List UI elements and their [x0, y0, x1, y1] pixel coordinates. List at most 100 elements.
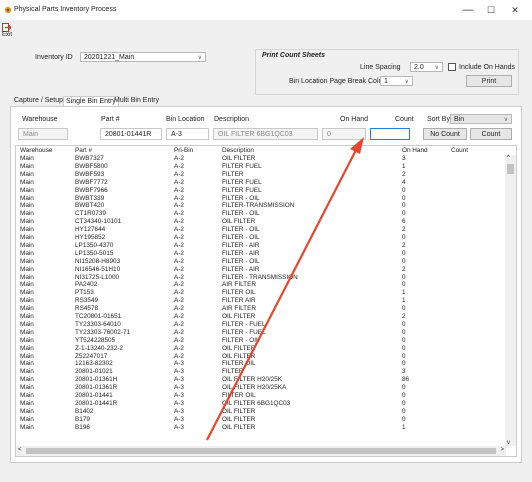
table-row[interactable]: Main RS4578 A-2 AIR FILTER 0 — [16, 305, 506, 312]
cell-description: OIL FILTER 6BG1QC03 — [222, 399, 291, 407]
table-row[interactable]: Main NI31725-L1000 A-2 FILTER - TRANSMISSIO… — [16, 274, 506, 281]
cell-part: 20801-01361R — [75, 384, 118, 392]
cell-part: BWBT420 — [75, 202, 105, 210]
bin-location-field[interactable]: A-3 — [166, 128, 209, 140]
part-number-field[interactable]: 20801-01441R — [100, 128, 162, 140]
cell-pri-bin: A-2 — [174, 241, 184, 249]
cell-on-hand: 3 — [402, 155, 406, 162]
cell-warehouse: Main — [20, 186, 34, 194]
table-row[interactable]: Main NI16546-51H10 A-2 FILTER - AIR 2 — [16, 266, 506, 273]
cell-part: RS4578 — [75, 305, 99, 313]
cell-warehouse: Main — [20, 194, 34, 202]
table-row[interactable]: Main BWBF593 A-2 FILTER 2 — [16, 171, 506, 178]
cell-part: 12163-82302 — [75, 360, 113, 368]
vertical-scrollbar[interactable]: ^ v — [505, 155, 516, 446]
cell-description: FILTER-TRANSMISSION — [222, 202, 295, 210]
cell-on-hand: 2 — [402, 226, 406, 234]
cell-on-hand: 0 — [402, 202, 406, 210]
table-row[interactable]: Main B1402 A-3 OIL FILTER 0 — [16, 408, 506, 415]
tab-capture-setup[interactable]: Capture / Setup — [12, 96, 65, 106]
table-row[interactable]: Main 20801-01441 A-3 FILTER OIL 0 — [16, 392, 506, 399]
inventory-grid[interactable]: Warehouse Part # Pri-Bin Description On … — [15, 145, 517, 457]
table-row[interactable]: Main B179 A-3 OIL FILTER 0 — [16, 416, 506, 423]
cell-part: 20801-01361H — [75, 376, 118, 384]
table-row[interactable]: Main Z52247017 A-2 OIL FILTER 0 — [16, 353, 506, 360]
table-row[interactable]: Main LP1350-4370 A-2 FILTER - AIR 2 — [16, 242, 506, 249]
scroll-up-icon[interactable]: ^ — [507, 155, 510, 161]
table-row[interactable]: Main PT153 A-2 FILTER OIL 1 — [16, 289, 506, 296]
table-row[interactable]: Main NI15208-H8903 A-2 FILTER - OIL 0 — [16, 258, 506, 265]
table-row[interactable]: Main 20801-01021 A-3 FILTER 3 — [16, 368, 506, 375]
cell-description: OIL FILTER H20/25KA — [222, 384, 287, 392]
cell-pri-bin: A-2 — [174, 320, 184, 328]
exit-button[interactable] — [2, 21, 16, 41]
table-row[interactable]: Main TC20801-01651 A-2 OIL FILTER 2 — [16, 313, 506, 320]
cell-on-hand: 0 — [402, 249, 406, 257]
table-row[interactable]: Main LP1350-5015 A-2 FILTER - AIR 0 — [16, 250, 506, 257]
table-row[interactable]: Main HY127644 A-2 FILTER - OIL 2 — [16, 226, 506, 233]
minimize-button[interactable]: — — [460, 3, 476, 17]
cell-pri-bin: A-3 — [174, 423, 184, 431]
table-row[interactable]: Main PA2402 A-2 AIR FILTER 0 — [16, 281, 506, 288]
print-button[interactable]: Print — [466, 75, 512, 87]
cell-pri-bin: A-2 — [174, 281, 184, 289]
table-row[interactable]: Main BWBT420 A-2 FILTER-TRANSMISSION 0 — [16, 202, 506, 209]
line-spacing-select[interactable]: 2.0 ∨ — [410, 62, 443, 72]
inventory-id-select[interactable]: 20201221_Main ∨ — [80, 52, 206, 62]
table-row[interactable]: Main 20801-01361H A-3 OIL FILTER H20/25K 86 — [16, 376, 506, 383]
table-row[interactable]: Main B196 A-3 OIL FILTER 1 — [16, 424, 506, 431]
column-header-description[interactable]: Description — [222, 147, 254, 154]
cell-description: FILTER - OIL — [222, 336, 260, 344]
tab-multi-bin-entry[interactable]: Multi Bin Entry — [112, 96, 161, 106]
table-row[interactable]: Main BWBF7772 A-2 FILTER FUEL 4 — [16, 179, 506, 186]
cell-part: Z-1-13240-232-2 — [75, 344, 123, 352]
sort-by-value: Bin — [454, 116, 465, 123]
table-row[interactable]: Main HY195852 A-2 FILTER - OIL 0 — [16, 234, 506, 241]
cell-warehouse: Main — [20, 376, 34, 384]
count-button[interactable]: Count — [470, 128, 512, 140]
column-header-count[interactable]: Count — [451, 147, 468, 154]
cell-description: FILTER AIR — [222, 297, 256, 305]
column-header-on-hand[interactable]: On Hand — [402, 147, 428, 154]
count-input[interactable] — [370, 128, 410, 140]
scroll-left-icon[interactable]: < — [18, 447, 22, 453]
horizontal-scrollbar[interactable]: < > — [16, 446, 506, 456]
table-row[interactable]: Main CT1R0739 A-2 FILTER - OIL 0 — [16, 210, 506, 217]
table-row[interactable]: Main Z-1-13240-232-2 A-2 OIL FILTER 0 — [16, 345, 506, 352]
sort-by-select[interactable]: Bin ∨ — [450, 114, 512, 124]
table-row[interactable]: Main BWBF5800 A-2 FILTER FUEL 1 — [16, 163, 506, 170]
horizontal-scroll-thumb[interactable] — [26, 448, 496, 454]
cell-warehouse: Main — [20, 210, 34, 218]
chevron-down-icon: ∨ — [404, 79, 409, 85]
chevron-down-icon: ∨ — [503, 117, 508, 123]
cell-warehouse: Main — [20, 344, 34, 352]
table-row[interactable]: Main BWBF7966 A-2 FILTER FUEL 0 — [16, 187, 506, 194]
column-header-pri-bin[interactable]: Pri-Bin — [174, 147, 193, 154]
close-button[interactable]: ✕ — [507, 3, 523, 17]
scroll-down-icon[interactable]: v — [507, 440, 510, 446]
table-row[interactable]: Main 12163-82302 A-3 FILTER OIL 0 — [16, 360, 506, 367]
table-row[interactable]: Main TY23303-64010 A-2 FILTER - FUEL 0 — [16, 321, 506, 328]
scroll-right-icon[interactable]: > — [500, 447, 504, 453]
cell-on-hand: 6 — [402, 218, 406, 226]
column-header-warehouse[interactable]: Warehouse — [20, 147, 52, 154]
table-row[interactable]: Main YT524228505 A-2 FILTER - OIL 0 — [16, 337, 506, 344]
table-row[interactable]: Main TY23303-76002-71 A-2 FILTER - FUEL 0 — [16, 329, 506, 336]
maximize-button[interactable]: ☐ — [483, 3, 499, 17]
table-row[interactable]: Main 20801-01361R A-3 OIL FILTER H20/25KA 0 — [16, 384, 506, 391]
table-row[interactable]: Main BWB7327 A-2 OIL FILTER 3 — [16, 155, 506, 162]
page-break-column-select[interactable]: 1 ∨ — [380, 76, 413, 86]
cell-warehouse: Main — [20, 273, 34, 281]
table-row[interactable]: Main RS3549 A-2 FILTER AIR 1 — [16, 297, 506, 304]
description-field: OIL FILTER 6BG1QC03 — [213, 128, 318, 140]
table-row[interactable]: Main 20801-01441R A-3 OIL FILTER 6BG1QC03 0 — [16, 400, 506, 407]
vertical-scroll-thumb[interactable] — [507, 164, 514, 174]
cell-on-hand: 1 — [402, 289, 406, 297]
cell-pri-bin: A-2 — [174, 194, 184, 202]
include-on-hands-checkbox[interactable] — [448, 63, 456, 71]
table-row[interactable]: Main CT34340-10101 A-2 OIL FILTER 6 — [16, 218, 506, 225]
no-count-button[interactable]: No Count — [423, 128, 467, 140]
column-header-part[interactable]: Part # — [75, 147, 92, 154]
table-row[interactable]: Main BWBT339 A-2 FILTER - OIL 0 — [16, 195, 506, 202]
cell-description: OIL FILTER — [222, 218, 256, 226]
